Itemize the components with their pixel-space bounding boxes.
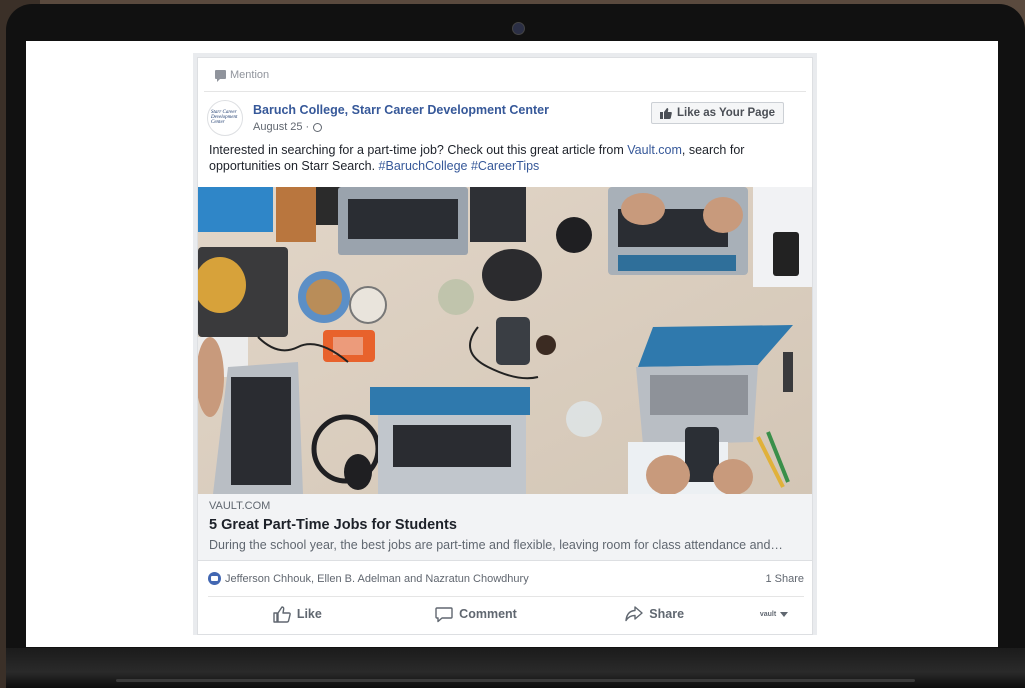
link-preview-image[interactable] [198, 187, 812, 494]
caret-down-icon [780, 611, 789, 617]
hashtag-careertips[interactable]: #CareerTips [471, 159, 539, 173]
thumbs-up-icon [659, 107, 672, 119]
post-as-label: vault [759, 610, 777, 618]
laptop-frame: Mention Starr Career Development Center … [6, 4, 1025, 688]
post-container: Mention Starr Career Development Center … [193, 53, 817, 635]
comment-bubble-icon [215, 70, 226, 82]
action-bar: Like Comment Share vault [208, 597, 804, 631]
reaction-names[interactable]: Jefferson Chhouk, Ellen B. Adelman and N… [225, 573, 529, 585]
mention-label: Mention [230, 68, 270, 81]
comment-button[interactable]: Comment [387, 606, 566, 623]
thumbs-up-icon [273, 605, 291, 623]
page-avatar[interactable]: Starr Career Development Center [207, 100, 243, 136]
post-meta: August 25 · [253, 121, 323, 133]
comment-label: Comment [459, 607, 517, 621]
link-domain: VAULT.COM [209, 500, 271, 512]
page-name-link[interactable]: Baruch College, Starr Career Development… [253, 103, 549, 117]
like-label: Like [296, 607, 322, 621]
share-label: Share [649, 607, 685, 621]
meta-separator: · [305, 121, 310, 133]
vault-link[interactable]: Vault.com [627, 143, 682, 157]
camera-icon [512, 22, 525, 35]
post-text-part: Interested in searching for a part-time … [209, 143, 628, 157]
like-reaction-icon [208, 572, 221, 585]
like-as-page-label: Like as Your Page [676, 107, 775, 119]
link-title[interactable]: 5 Great Part-Time Jobs for Students [209, 517, 802, 533]
laptop-hinge [6, 648, 1025, 688]
hashtag-baruchcollege[interactable]: #BaruchCollege [379, 159, 468, 173]
like-as-page-button[interactable]: Like as Your Page [650, 102, 784, 124]
share-arrow-icon [625, 606, 643, 622]
like-button[interactable]: Like [208, 605, 387, 623]
mention-bar: Mention [204, 58, 806, 92]
share-button[interactable]: Share [565, 606, 744, 622]
share-count[interactable]: 1 Share [765, 573, 804, 585]
facebook-post: Mention Starr Career Development Center … [197, 57, 813, 635]
link-preview[interactable]: VAULT.COM 5 Great Part-Time Jobs for Stu… [198, 494, 812, 561]
globe-icon[interactable] [313, 122, 323, 132]
laptop-screen: Mention Starr Career Development Center … [26, 41, 998, 647]
hinge-line [116, 679, 915, 682]
post-as-selector[interactable]: vault [744, 611, 804, 618]
link-description: During the school year, the best jobs ar… [209, 538, 783, 552]
reactions-bar: Jefferson Chhouk, Ellen B. Adelman and N… [208, 561, 804, 597]
post-text: Interested in searching for a part-time … [198, 142, 812, 187]
comment-icon [435, 606, 453, 622]
post-date[interactable]: August 25 [253, 121, 303, 133]
post-header: Starr Career Development Center Baruch C… [198, 92, 812, 142]
